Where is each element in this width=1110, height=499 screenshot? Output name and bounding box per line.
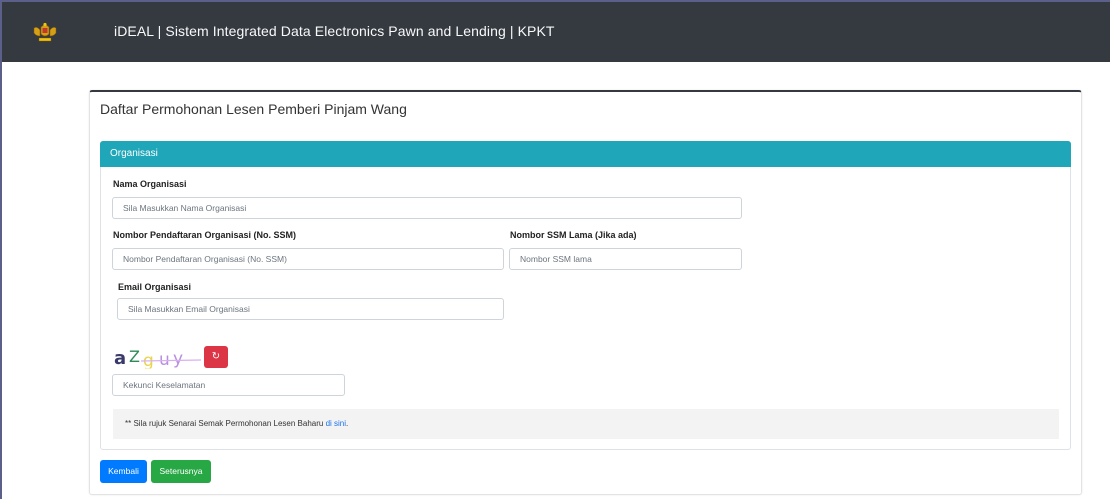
ssm-lama-input[interactable] [509,248,742,270]
organisasi-section [100,141,1071,450]
captcha-refresh-button[interactable]: ↻ [204,346,228,368]
coat-of-arms-icon[interactable] [32,22,58,44]
checklist-link[interactable]: di sini [326,419,346,428]
top-navbar: iDEAL | Sistem Integrated Data Electroni… [2,2,1110,62]
note-text: ** Sila rujuk Senarai Semak Permohonan L… [125,419,326,428]
no-ssm-input[interactable] [112,248,504,270]
ssm-lama-label: Nombor SSM Lama (Jika ada) [510,230,637,240]
app-title: iDEAL | Sistem Integrated Data Electroni… [114,23,555,39]
section-header: Organisasi [100,141,1071,167]
email-organisasi-input[interactable] [117,298,504,320]
nama-organisasi-label: Nama Organisasi [113,179,187,189]
note-suffix: . [346,419,349,428]
no-ssm-label: Nombor Pendaftaran Organisasi (No. SSM) [113,230,297,240]
page-title: Daftar Permohonan Lesen Pemberi Pinjam W… [100,101,407,117]
captcha-input[interactable] [112,374,345,396]
checklist-note: ** Sila rujuk Senarai Semak Permohonan L… [113,409,1059,439]
svg-text:a: a [114,348,126,369]
captcha-image: a Z g u y [113,344,203,370]
svg-text:y: y [173,349,183,369]
back-button[interactable]: Kembali [100,460,147,483]
email-organisasi-label: Email Organisasi [118,282,192,292]
next-button[interactable]: Seterusnya [151,460,211,483]
nama-organisasi-input[interactable] [112,197,742,219]
refresh-icon: ↻ [211,351,221,362]
svg-text:Z: Z [129,347,140,366]
